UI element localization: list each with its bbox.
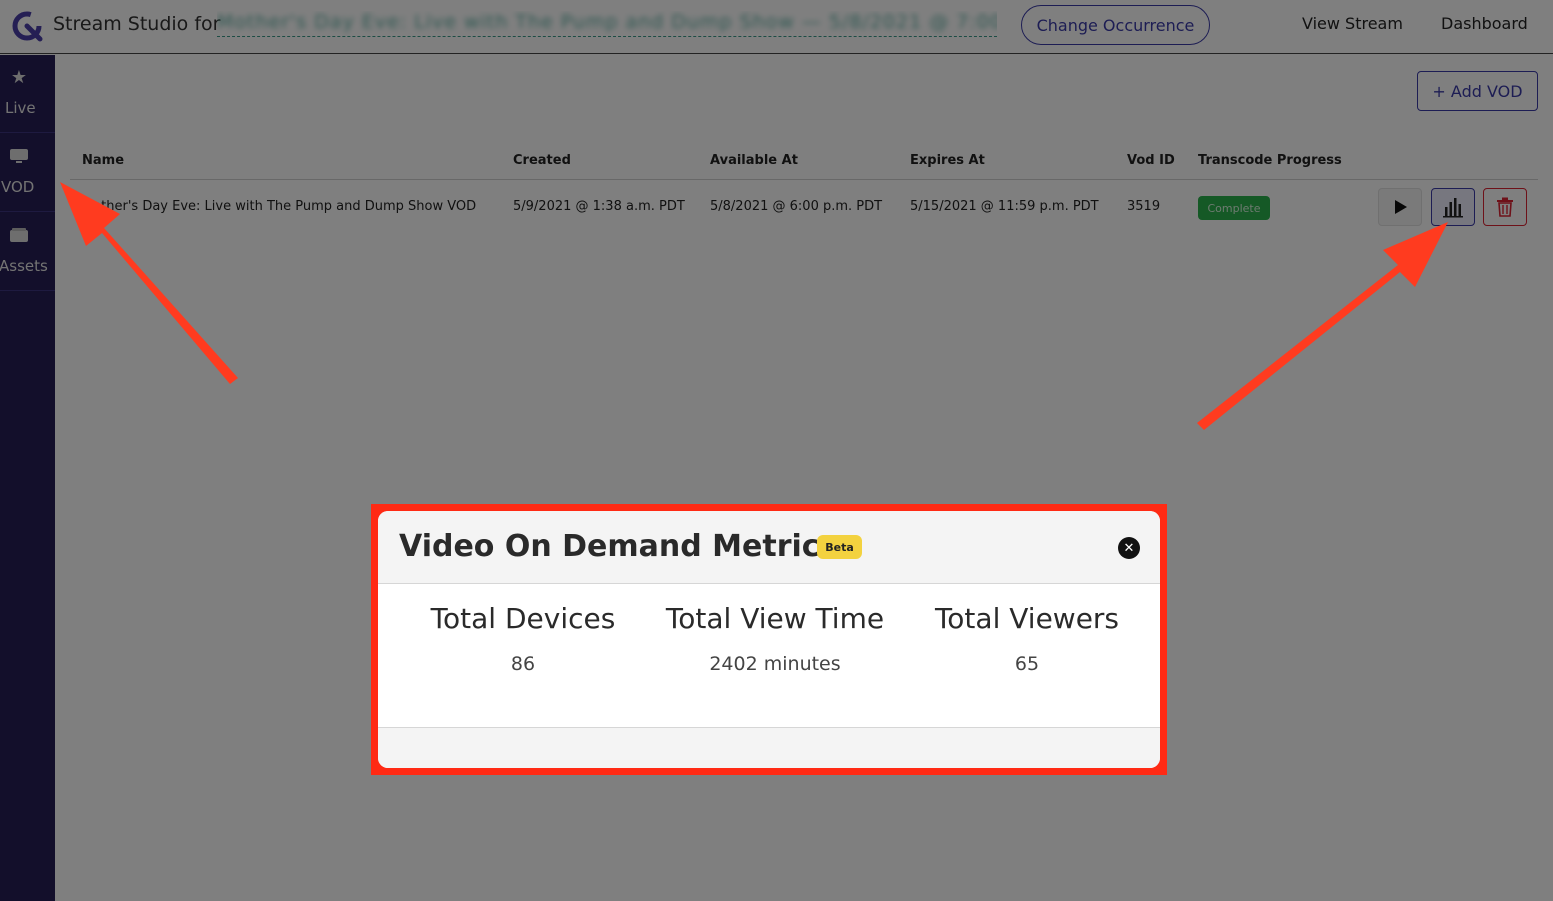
metrics-modal: Video On Demand Metrics Beta ✕ Total Dev… — [378, 511, 1160, 768]
stat-total-viewers: Total Viewers 65 — [901, 602, 1153, 675]
stat-label: Total Devices — [430, 602, 616, 635]
stat-total-devices: Total Devices 86 — [397, 602, 649, 675]
stat-total-view-time: Total View Time 2402 minutes — [649, 602, 901, 675]
beta-badge: Beta — [817, 535, 862, 559]
modal-footer — [378, 728, 1160, 768]
modal-body: Total Devices 86 Total View Time 2402 mi… — [378, 584, 1160, 728]
stat-label: Total Viewers — [934, 602, 1120, 635]
stat-value: 65 — [1014, 653, 1040, 675]
modal-title: Video On Demand Metrics — [399, 529, 838, 564]
close-icon[interactable]: ✕ — [1118, 537, 1140, 559]
stat-label: Total View Time — [665, 602, 885, 635]
annotation-highlight-box: Video On Demand Metrics Beta ✕ Total Dev… — [371, 504, 1167, 775]
stat-value: 2402 minutes — [709, 653, 841, 675]
stat-value: 86 — [510, 653, 536, 675]
modal-header: Video On Demand Metrics Beta ✕ — [378, 511, 1160, 584]
